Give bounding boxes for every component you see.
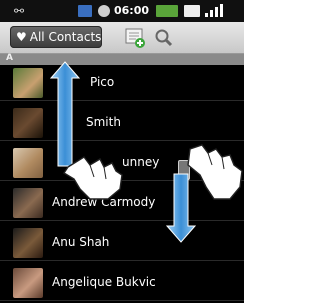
all-contacts-filter-button[interactable]: ♥ All Contacts — [10, 26, 102, 48]
all-contacts-label: All Contacts — [29, 30, 102, 44]
abc-keyboard-icon — [78, 5, 92, 17]
battery-icon — [156, 5, 178, 17]
contact-row[interactable]: Andrew Carmody — [0, 185, 244, 221]
contact-row[interactable]: Angelique Bukvic — [0, 265, 244, 301]
contact-name: Pico — [90, 75, 115, 89]
search-icon[interactable] — [154, 28, 174, 48]
contact-row[interactable]: Smith — [0, 105, 244, 141]
avatar — [13, 228, 43, 258]
avatar — [13, 108, 43, 138]
contacts-toolbar: ♥ All Contacts — [0, 22, 244, 54]
contact-row[interactable]: Anu Shah — [0, 225, 244, 261]
status-bar: ⚯ 06:00 — [0, 0, 244, 22]
section-letter: A — [6, 53, 13, 63]
contact-name: Smith — [86, 115, 121, 129]
section-header: A — [0, 53, 244, 65]
contact-name: Anu Shah — [52, 235, 110, 249]
signal-icon — [205, 4, 223, 17]
heart-icon: ♥ — [16, 30, 27, 44]
notification-icon — [184, 5, 200, 17]
status-time: 06:00 — [114, 4, 150, 17]
contact-name: unney — [122, 155, 160, 169]
contact-name: Angelique Bukvic — [52, 275, 156, 289]
avatar — [13, 268, 43, 298]
contact-name: Andrew Carmody — [52, 195, 156, 209]
usb-icon: ⚯ — [14, 4, 25, 18]
contact-row[interactable]: Pico — [0, 65, 244, 101]
add-contact-icon[interactable] — [124, 27, 146, 49]
avatar — [13, 188, 43, 218]
avatar — [13, 148, 43, 178]
contact-row[interactable]: unney — [0, 145, 244, 181]
contact-list[interactable]: Pico Smith unney Andrew Carmody Anu Shah… — [0, 65, 244, 303]
alarm-icon — [98, 5, 110, 17]
avatar — [13, 68, 43, 98]
